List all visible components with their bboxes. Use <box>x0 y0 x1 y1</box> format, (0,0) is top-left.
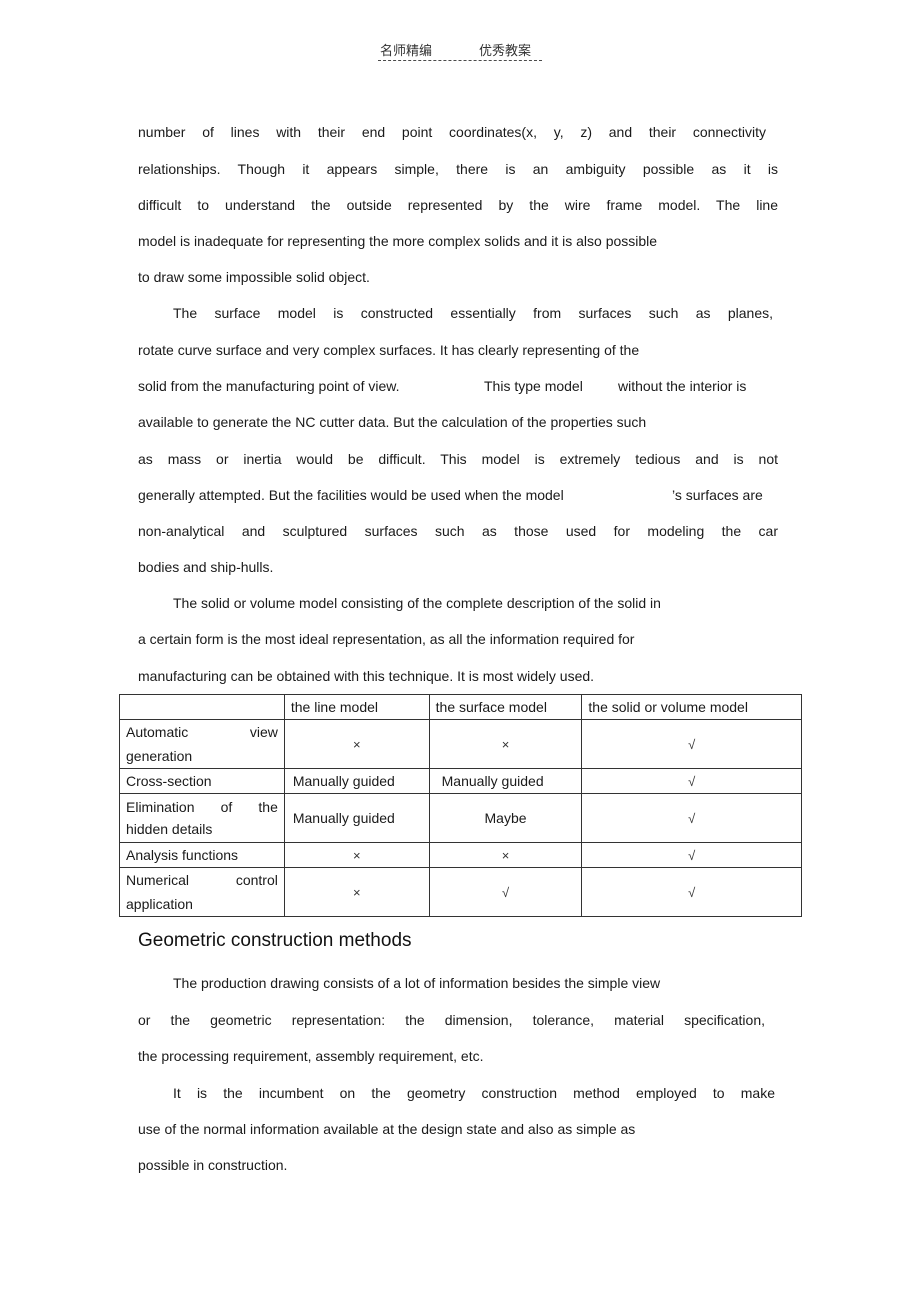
row-label-part: generation <box>126 748 193 764</box>
table-row: Automatic view generation × × √ <box>119 719 802 769</box>
body-line: available to generate the NC cutter data… <box>138 414 647 430</box>
table-cell: Maybe <box>428 793 583 843</box>
body-line: to draw some impossible solid object. <box>138 269 370 285</box>
body-line-fragment: This type model <box>484 378 583 394</box>
body-line: number of lines with their end point coo… <box>138 124 766 140</box>
body-line: The production drawing consists of a lot… <box>173 975 661 991</box>
body-line: manufacturing can be obtained with this … <box>138 668 595 684</box>
row-label: Elimination of the hidden details <box>119 793 285 843</box>
body-line: a certain form is the most ideal represe… <box>138 631 635 647</box>
table-row: Analysis functions × × √ <box>119 842 802 868</box>
body-line: model is inadequate for representing the… <box>138 233 658 249</box>
row-label-part: hidden details <box>126 821 213 837</box>
body-line: possible in construction. <box>138 1157 288 1173</box>
header-dashed-rule <box>378 60 542 61</box>
row-label-part: Automatic <box>126 724 189 740</box>
row-label: Cross-section <box>119 768 285 794</box>
row-label: Automatic view generation <box>119 719 285 769</box>
cross-mark-icon: × <box>283 867 430 917</box>
body-line: It is the incumbent on the geometry cons… <box>173 1085 775 1101</box>
check-mark-icon: √ <box>581 842 802 868</box>
body-line: bodies and ship-hulls. <box>138 559 274 575</box>
check-mark-icon: √ <box>581 867 802 917</box>
cross-mark-icon: × <box>283 719 430 769</box>
table-header-row: the line model the surface model the sol… <box>119 694 802 720</box>
row-label-part: view <box>249 724 278 740</box>
table-cell: Manually guided <box>283 793 430 843</box>
table-header-cell: the solid or volume model <box>581 694 802 720</box>
table-row: Numerical control application × √ √ <box>119 867 802 917</box>
row-label-part: Numerical <box>126 872 190 888</box>
model-comparison-table: the line model the surface model the sol… <box>119 694 802 917</box>
row-label: Analysis functions <box>119 842 285 868</box>
table-row: Elimination of the hidden details Manual… <box>119 793 802 843</box>
check-mark-icon: √ <box>581 719 802 769</box>
table-row: Cross-section Manually guided Manually g… <box>119 768 802 794</box>
table-header-cell: the line model <box>283 694 430 720</box>
body-line-fragment: without the interior is <box>618 378 747 394</box>
check-mark-icon: √ <box>581 768 802 794</box>
body-line: rotate curve surface and very complex su… <box>138 342 640 358</box>
cross-mark-icon: × <box>283 842 430 868</box>
row-label-part: of <box>220 799 233 815</box>
table-header-cell: the surface model <box>428 694 583 720</box>
table-cell: Manually guided <box>283 768 430 794</box>
body-line: use of the normal information available … <box>138 1121 636 1137</box>
body-line-fragment: ’s surfaces are <box>672 487 763 503</box>
check-mark-icon: √ <box>581 793 802 843</box>
check-mark-icon: √ <box>428 867 583 917</box>
row-label-part: Elimination <box>126 799 195 815</box>
body-line: difficult to understand the outside repr… <box>138 197 778 213</box>
body-line: relationships. Though it appears simple,… <box>138 161 778 177</box>
header-right-label: 优秀教案 <box>479 44 532 59</box>
row-label-part: the <box>258 799 278 815</box>
table-cell: Manually guided <box>428 768 583 794</box>
section-heading: Geometric construction methods <box>138 930 412 951</box>
body-line: the processing requirement, assembly req… <box>138 1048 484 1064</box>
table-header-cell <box>119 694 285 720</box>
header-left-label: 名师精编 <box>380 44 433 59</box>
body-line: or the geometric representation: the dim… <box>138 1012 765 1028</box>
cross-mark-icon: × <box>428 719 583 769</box>
cross-mark-icon: × <box>428 842 583 868</box>
row-label: Numerical control application <box>119 867 285 917</box>
body-line: The solid or volume model consisting of … <box>173 595 661 611</box>
body-line: as mass or inertia would be difficult. T… <box>138 451 778 467</box>
body-line: The surface model is constructed essenti… <box>173 305 773 321</box>
body-line: non-analytical and sculptured surfaces s… <box>138 523 778 539</box>
row-label-part: application <box>126 896 193 912</box>
row-label-part: control <box>235 872 278 888</box>
